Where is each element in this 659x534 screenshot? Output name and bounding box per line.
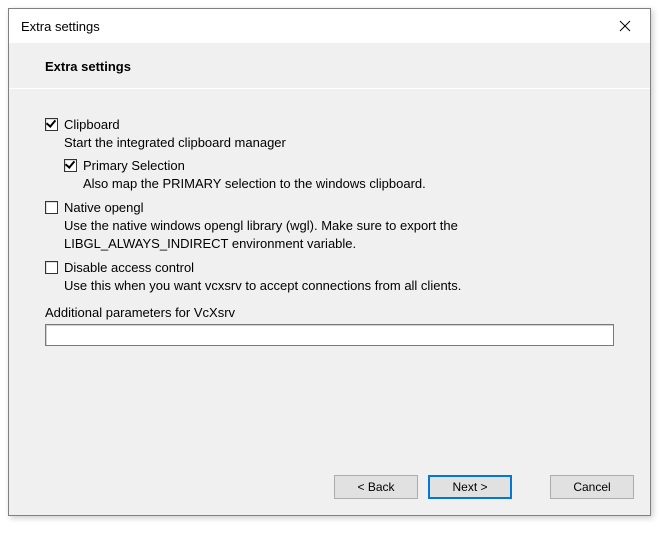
titlebar: Extra settings bbox=[9, 9, 650, 43]
close-icon bbox=[619, 20, 631, 32]
heading-area: Extra settings bbox=[9, 43, 650, 88]
cancel-button[interactable]: Cancel bbox=[550, 475, 634, 499]
native-opengl-checkbox[interactable] bbox=[45, 201, 58, 214]
option-native-opengl: Native opengl Use the native windows ope… bbox=[45, 200, 614, 252]
option-primary-selection: Primary Selection Also map the PRIMARY s… bbox=[64, 158, 614, 193]
option-disable-access: Disable access control Use this when you… bbox=[45, 260, 614, 295]
primary-selection-desc: Also map the PRIMARY selection to the wi… bbox=[83, 175, 614, 193]
page-heading: Extra settings bbox=[45, 59, 650, 74]
window-title: Extra settings bbox=[21, 19, 100, 34]
params-label: Additional parameters for VcXsrv bbox=[45, 305, 614, 320]
dialog-window: Extra settings Extra settings Clipboard … bbox=[8, 8, 651, 516]
native-opengl-desc: Use the native windows opengl library (w… bbox=[64, 217, 614, 252]
disable-access-label[interactable]: Disable access control bbox=[64, 260, 194, 275]
back-button[interactable]: < Back bbox=[334, 475, 418, 499]
option-clipboard: Clipboard Start the integrated clipboard… bbox=[45, 117, 614, 192]
content-area: Clipboard Start the integrated clipboard… bbox=[9, 89, 650, 463]
dialog-body: Extra settings Clipboard Start the integ… bbox=[9, 43, 650, 515]
disable-access-desc: Use this when you want vcxsrv to accept … bbox=[64, 277, 614, 295]
primary-selection-label[interactable]: Primary Selection bbox=[83, 158, 185, 173]
clipboard-checkbox[interactable] bbox=[45, 118, 58, 131]
next-button[interactable]: Next > bbox=[428, 475, 512, 499]
clipboard-label[interactable]: Clipboard bbox=[64, 117, 120, 132]
primary-selection-checkbox[interactable] bbox=[64, 159, 77, 172]
params-input[interactable] bbox=[45, 324, 614, 346]
disable-access-checkbox[interactable] bbox=[45, 261, 58, 274]
close-button[interactable] bbox=[604, 12, 646, 40]
native-opengl-label[interactable]: Native opengl bbox=[64, 200, 144, 215]
bottom-bar: < Back Next > Cancel bbox=[9, 463, 650, 515]
clipboard-desc: Start the integrated clipboard manager bbox=[64, 134, 614, 152]
